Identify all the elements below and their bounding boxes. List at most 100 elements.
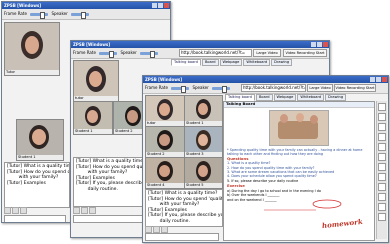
chat-line: daily routine.: [148, 218, 190, 224]
minimize-icon[interactable]: [370, 77, 375, 82]
chat-log: [Tutor] What is a quality time? [Tutor] …: [73, 157, 151, 207]
format-bar: [4, 207, 28, 214]
bold-icon[interactable]: [145, 226, 152, 233]
save-icon[interactable]: [378, 193, 386, 201]
doc-intro: * Spending quality time with your family…: [227, 147, 363, 156]
exercise-line: and on the weekend I _______: [227, 197, 277, 202]
title-bar: ZPSB [Windows]: [71, 41, 329, 48]
tab-webpage[interactable]: Webpage: [273, 94, 297, 101]
large-video-button[interactable]: Large Video: [253, 49, 281, 57]
student-label: Student 4: [146, 183, 184, 188]
student-video-3: Student 3: [184, 126, 223, 158]
maximize-icon[interactable]: [376, 77, 381, 82]
url-input[interactable]: http://book.talkingworld.net/?t=: [241, 84, 306, 92]
speaker-label: Speaker: [120, 50, 137, 55]
video-recording-button[interactable]: Video Recording Start: [334, 84, 376, 92]
handwritten-note: homework: [321, 216, 364, 231]
tab-whiteboard[interactable]: Whiteboard: [297, 94, 325, 101]
title-bar: ZPSB [Windows]: [143, 76, 388, 83]
close-icon[interactable]: [164, 3, 169, 8]
speaker-label: Speaker: [192, 85, 209, 90]
line-icon[interactable]: [378, 113, 386, 121]
chat-line: [Tutor] Examples: [7, 180, 46, 186]
color-icon[interactable]: [20, 207, 27, 214]
ellipse-icon[interactable]: [378, 133, 386, 141]
frame-rate-slider[interactable]: [171, 85, 190, 93]
undo-icon[interactable]: [378, 173, 386, 181]
maximize-icon[interactable]: [158, 3, 163, 8]
tab-bar: Talking board Board Webpage Whiteboard Drawi…: [171, 59, 293, 66]
tutor-label: Tutor: [5, 70, 59, 75]
window-front: ZPSB [Windows] Frame Rate Speaker http:/…: [142, 75, 389, 243]
title-bar: ZPSB [Windows]: [2, 2, 170, 9]
bold-icon[interactable]: [73, 207, 80, 214]
student-video-1: Student 1: [73, 101, 113, 135]
window-title: ZPSB [Windows]: [145, 77, 183, 82]
student-video-5: Student 5: [184, 157, 223, 189]
chat-line: with your family?: [7, 175, 59, 181]
color-icon[interactable]: [161, 226, 168, 233]
video-recording-button[interactable]: Video Recording Start: [283, 49, 327, 57]
italic-icon[interactable]: [153, 226, 160, 233]
frame-rate-slider[interactable]: [99, 50, 118, 58]
clear-icon[interactable]: [378, 183, 386, 191]
speaker-slider[interactable]: [212, 85, 231, 93]
text-icon[interactable]: [378, 143, 386, 151]
chat-input[interactable]: [73, 215, 147, 223]
tab-whiteboard[interactable]: Whiteboard: [243, 59, 271, 66]
chat-line: [Tutor] What is a quality time?: [7, 164, 70, 169]
tab-bar: Talking board Board Webpage Whiteboard Drawi…: [225, 94, 347, 101]
student-label: Student 5: [185, 183, 222, 188]
student-label: Student 1: [74, 129, 112, 134]
chat-input[interactable]: [145, 233, 219, 241]
chat-log: [Tutor] What is a quality time? [Tutor] …: [145, 189, 223, 227]
large-video-button[interactable]: Large Video: [307, 84, 333, 92]
maximize-icon[interactable]: [317, 42, 322, 47]
chat-line: [Tutor] What is a quality time?: [76, 159, 146, 164]
tutor-video: Tutor: [4, 22, 60, 76]
tab-board[interactable]: Board: [201, 59, 219, 66]
italic-icon[interactable]: [12, 207, 19, 214]
color-icon[interactable]: [378, 163, 386, 171]
chat-log: [Tutor] What is a quality time? [Tutor] …: [4, 162, 70, 208]
speaker-slider[interactable]: [71, 11, 90, 19]
format-bar: [73, 207, 97, 214]
window-title: ZPSB [Windows]: [4, 3, 42, 8]
toolbar: Frame Rate Speaker: [2, 9, 170, 20]
student-video-1: Student 1: [184, 95, 223, 127]
minimize-icon[interactable]: [311, 42, 316, 47]
format-bar: [145, 226, 169, 233]
italic-icon[interactable]: [81, 207, 88, 214]
chat-line: daily routine.: [76, 186, 118, 192]
chat-input[interactable]: [4, 215, 66, 222]
doc-image: [269, 109, 329, 146]
tab-board[interactable]: Board: [255, 94, 273, 101]
rectangle-icon[interactable]: [378, 123, 386, 131]
student-video: Student 1: [16, 119, 64, 161]
student-label: Student 1: [17, 155, 63, 160]
tab-webpage[interactable]: Webpage: [219, 59, 243, 66]
pen-icon[interactable]: [378, 103, 386, 111]
student-video-4: Student 4: [145, 157, 185, 189]
url-input[interactable]: http://book.talkingworld.net/?t=: [179, 49, 252, 57]
tab-drawing[interactable]: Drawing: [325, 94, 347, 101]
image-icon[interactable]: [378, 203, 386, 211]
tutor-video: tutor: [73, 60, 119, 102]
frame-rate-label: Frame Rate: [4, 11, 27, 16]
eraser-icon[interactable]: [378, 153, 386, 161]
tab-talking-board[interactable]: Talking board: [171, 59, 201, 66]
speaker-slider[interactable]: [140, 50, 159, 58]
color-icon[interactable]: [89, 207, 96, 214]
student-video-2: Student 2: [145, 126, 185, 158]
pointer-icon[interactable]: [378, 213, 386, 221]
minimize-icon[interactable]: [152, 3, 157, 8]
bold-icon[interactable]: [4, 207, 11, 214]
close-icon[interactable]: [323, 42, 328, 47]
window-title: ZPSB [Windows]: [73, 42, 111, 47]
frame-rate-slider[interactable]: [30, 11, 49, 19]
tab-talking-board[interactable]: Talking board: [225, 94, 255, 101]
chat-line: [Tutor] What is a quality time?: [148, 191, 218, 196]
tab-drawing[interactable]: Drawing: [271, 59, 293, 66]
drawing-toolbar: [376, 101, 387, 239]
close-icon[interactable]: [382, 77, 387, 82]
